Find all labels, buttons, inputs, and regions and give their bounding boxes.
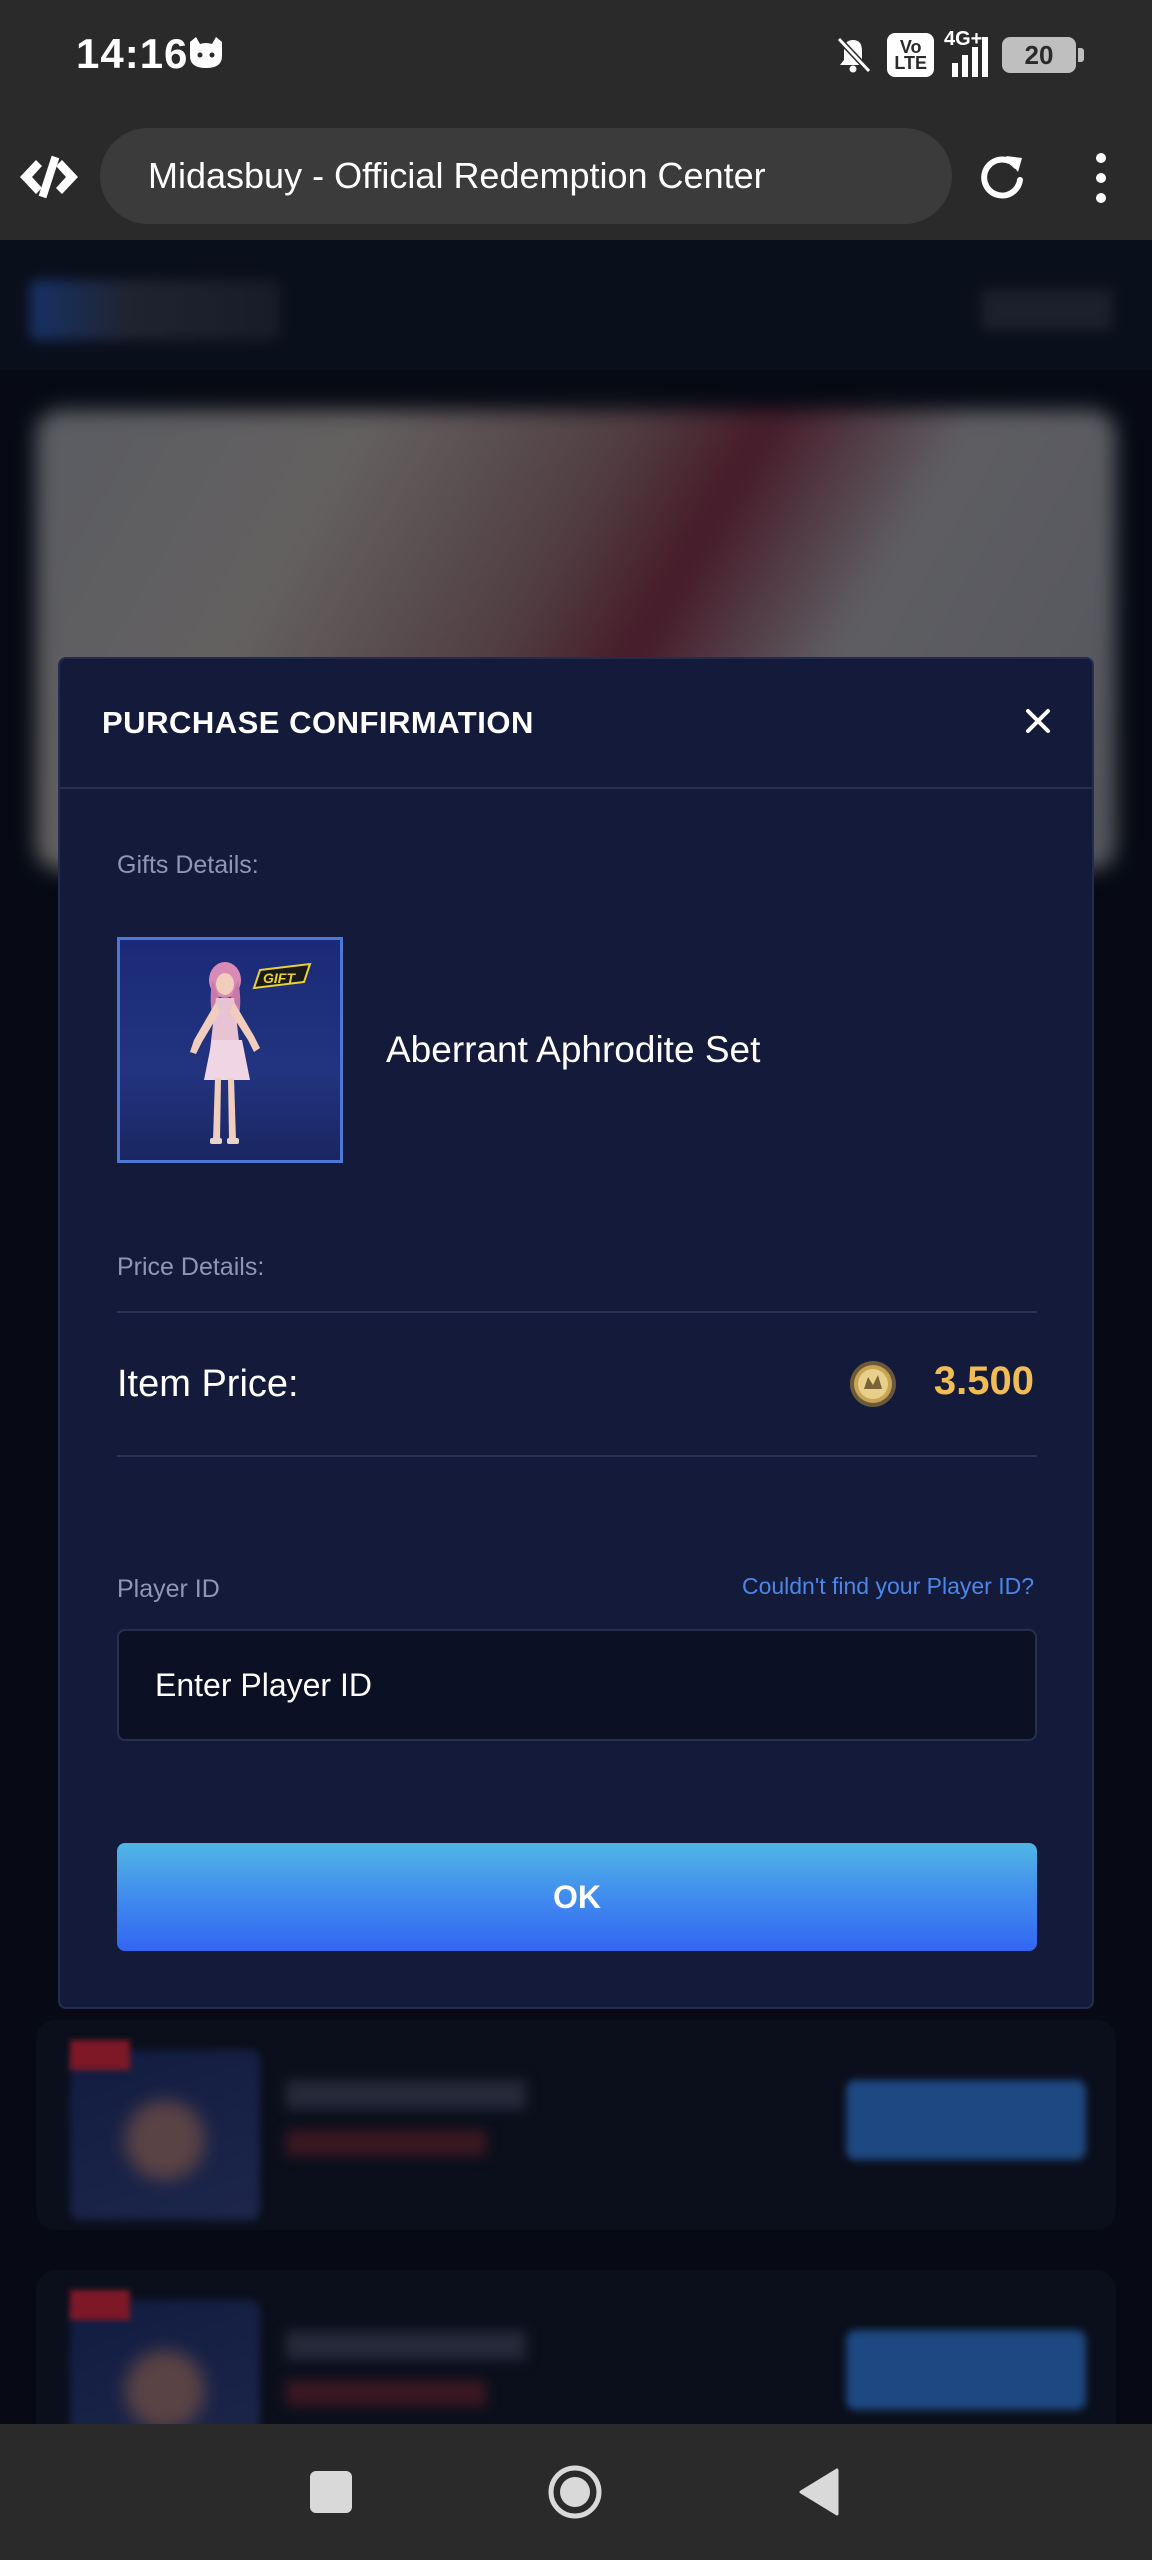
item-price-value: 3.500 <box>933 1359 1034 1403</box>
system-nav-bar <box>0 2424 1152 2560</box>
character-figure-icon: GIFT <box>190 962 312 1144</box>
status-time: 14:16 <box>76 30 189 77</box>
divider <box>117 1455 1037 1457</box>
reload-icon[interactable] <box>976 152 1028 204</box>
gifts-details-label: Gifts Details: <box>117 851 259 879</box>
dialog-header: PURCHASE CONFIRMATION <box>60 659 1092 789</box>
player-id-input[interactable] <box>117 1629 1037 1741</box>
status-icons: Vo LTE 4G+ 20 <box>833 29 1084 80</box>
price-details-label: Price Details: <box>117 1253 265 1281</box>
volte-icon: Vo LTE <box>887 33 934 77</box>
midasbuy-logo-icon[interactable] <box>18 152 80 202</box>
back-icon[interactable] <box>797 2468 841 2516</box>
ok-button[interactable]: OK <box>117 1843 1037 1951</box>
gift-thumbnail: GIFT <box>117 937 343 1163</box>
more-vert-icon[interactable] <box>1086 150 1116 206</box>
battery-level: 20 <box>1024 39 1054 70</box>
purchase-confirmation-dialog: PURCHASE CONFIRMATION Gifts Details: GIF… <box>58 657 1094 2009</box>
dialog-title: PURCHASE CONFIRMATION <box>102 705 534 740</box>
gift-item-name: Aberrant Aphrodite Set <box>386 1029 761 1070</box>
cat-face-icon <box>190 37 222 68</box>
battery-icon: 20 <box>1002 37 1084 73</box>
status-bar: 14:16 Vo LTE 4G+ 20 <box>0 0 1152 112</box>
home-icon[interactable] <box>547 2464 603 2520</box>
bell-muted-icon <box>837 36 872 74</box>
signal-icon: 4G+ <box>944 29 988 77</box>
player-id-label: Player ID <box>117 1575 220 1603</box>
find-player-id-link[interactable]: Couldn't find your Player ID? <box>742 1573 1034 1600</box>
item-price-label: Item Price: <box>117 1363 299 1405</box>
address-bar[interactable]: Midasbuy - Official Redemption Center <box>100 128 952 224</box>
uc-coin-icon <box>850 1361 896 1407</box>
recent-apps-icon[interactable] <box>310 2471 352 2513</box>
browser-toolbar: Midasbuy - Official Redemption Center <box>0 112 1152 240</box>
network-type-label: 4G+ <box>944 28 983 50</box>
close-icon[interactable] <box>1022 705 1054 737</box>
svg-text:GIFT: GIFT <box>263 970 296 986</box>
gift-badge: GIFT <box>252 962 312 990</box>
divider <box>117 1311 1037 1313</box>
